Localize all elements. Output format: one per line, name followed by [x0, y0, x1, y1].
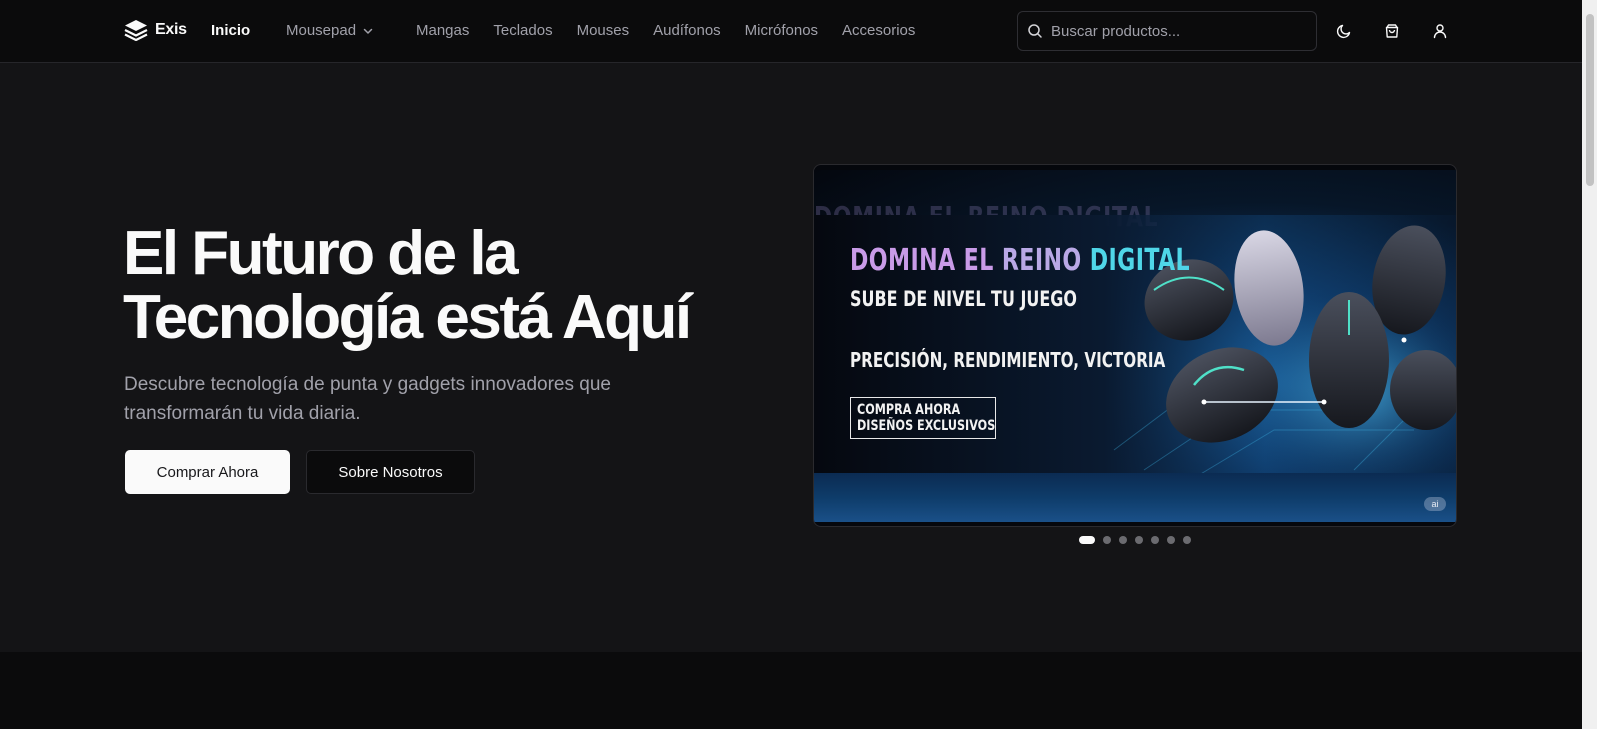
banner-headline-part3: DIGITAL — [1089, 243, 1191, 278]
main-nav: Mangas Teclados Mouses Audífonos Micrófo… — [416, 22, 915, 39]
carousel-dot-4[interactable] — [1135, 536, 1143, 544]
brand-name: Exis — [155, 21, 187, 38]
moon-icon — [1336, 24, 1351, 39]
banner-headline-part1: DOMINA EL — [850, 243, 994, 278]
carousel-slide-banner[interactable]: DOMINA EL REINO DIGITAL SUBE DE NIVEL TU… — [814, 170, 1456, 522]
layers-icon — [124, 20, 148, 41]
nav-item-teclados[interactable]: Teclados — [493, 22, 552, 39]
banner-subheadline: SUBE DE NIVEL TU JUEGO — [850, 287, 1077, 311]
banner-cta-line2: DISEÑOS EXCLUSIVOS — [857, 418, 996, 434]
hero-title: El Futuro de la Tecnología está Aquí — [123, 222, 743, 350]
search-input[interactable] — [1051, 22, 1301, 40]
nav-item-mouses[interactable]: Mouses — [577, 22, 630, 39]
brand-logo[interactable]: Exis — [124, 19, 187, 41]
carousel-dot-7[interactable] — [1183, 536, 1191, 544]
nav-item-microfonos[interactable]: Micrófonos — [745, 22, 818, 39]
banner-tagline: PRECISIÓN, RENDIMIENTO, VICTORIA — [850, 348, 1166, 372]
next-section — [0, 652, 1582, 729]
about-us-button[interactable]: Sobre Nosotros — [306, 450, 475, 494]
hero-title-line1: El Futuro de la — [123, 219, 519, 288]
search-box — [1017, 11, 1317, 51]
ai-badge: ai — [1424, 497, 1446, 511]
scrollbar-thumb[interactable] — [1586, 14, 1594, 186]
hero-title-line2: Tecnología está Aquí — [123, 283, 692, 352]
nav-item-inicio[interactable]: Inicio — [211, 22, 250, 39]
nav-dropdown-mousepad[interactable]: Mousepad — [286, 22, 374, 39]
banner-cta-box: COMPRA AHORA DISEÑOS EXCLUSIVOS — [850, 397, 996, 439]
nav-item-mangas[interactable]: Mangas — [416, 22, 469, 39]
shop-now-button[interactable]: Comprar Ahora — [125, 450, 290, 494]
banner-mice-artwork — [1113, 225, 1456, 491]
chevron-down-icon — [363, 28, 373, 34]
banner-headline-part2: REINO — [1001, 243, 1082, 278]
theme-toggle-button[interactable] — [1335, 22, 1353, 40]
nav-item-audifonos[interactable]: Audífonos — [653, 22, 721, 39]
user-icon — [1433, 24, 1447, 39]
carousel-dot-2[interactable] — [1103, 536, 1111, 544]
banner-headline: DOMINA EL REINO DIGITAL — [850, 243, 1190, 278]
carousel-dot-1[interactable] — [1079, 536, 1095, 544]
carousel-dot-5[interactable] — [1151, 536, 1159, 544]
page-scrollbar[interactable] — [1582, 0, 1597, 729]
banner-cta-line1: COMPRA AHORA — [857, 402, 961, 418]
account-button[interactable] — [1431, 22, 1449, 40]
nav-item-accesorios[interactable]: Accesorios — [842, 22, 915, 39]
site-header: Exis Inicio Mousepad Mangas Teclados Mou… — [0, 0, 1582, 63]
search-icon — [1028, 24, 1042, 38]
carousel-dot-6[interactable] — [1167, 536, 1175, 544]
carousel-pagination — [1079, 536, 1191, 544]
carousel-dot-3[interactable] — [1119, 536, 1127, 544]
hero-carousel[interactable]: DOMINA EL REINO DIGITAL SUBE DE NIVEL TU… — [813, 164, 1457, 527]
banner-floor — [814, 473, 1456, 522]
hero-subtitle: Descubre tecnología de punta y gadgets i… — [124, 374, 611, 424]
cart-button[interactable] — [1383, 22, 1401, 40]
shopping-bag-icon — [1385, 24, 1399, 38]
nav-dropdown-label: Mousepad — [286, 22, 357, 39]
